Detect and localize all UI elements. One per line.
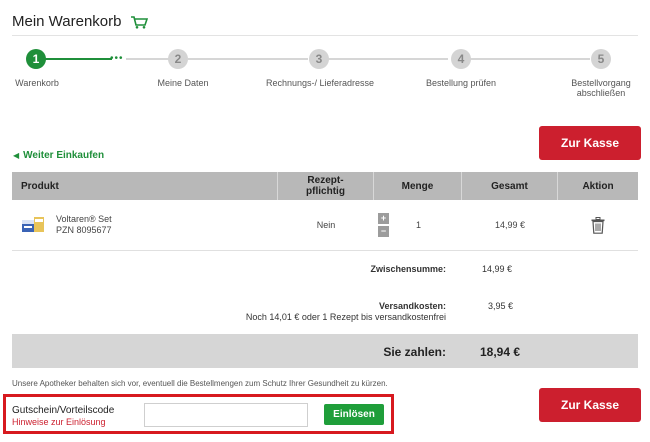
- step-3-circle[interactable]: 3: [309, 49, 329, 69]
- step-4-circle[interactable]: 4: [451, 49, 471, 69]
- checkout-button-top[interactable]: Zur Kasse: [539, 126, 641, 160]
- col-header-quantity: Menge: [374, 172, 462, 200]
- col-header-product: Produkt: [12, 172, 278, 200]
- grand-total-value: 18,94 €: [480, 345, 521, 359]
- step-1-circle[interactable]: 1: [26, 49, 46, 69]
- page-title: Mein Warenkorb: [12, 13, 148, 33]
- stepper-line: [188, 58, 308, 60]
- checkout-button-bottom[interactable]: Zur Kasse: [539, 388, 641, 422]
- step-5-circle[interactable]: 5: [591, 49, 611, 69]
- col-header-prescription-line1: Rezept-: [307, 175, 344, 186]
- cart-table-header: Produkt Rezept- pflichtig Menge Gesamt A…: [12, 172, 638, 200]
- remove-item-button[interactable]: [558, 200, 638, 250]
- step-3-label: Rechnungs-/ Lieferadresse: [265, 78, 375, 88]
- quantity-increase-button[interactable]: +: [378, 213, 389, 224]
- product-info: Voltaren® Set PZN 8095677: [56, 200, 112, 250]
- product-total: 14,99 €: [494, 220, 526, 230]
- step-5-label-line2: abschließen: [576, 88, 626, 98]
- col-header-prescription: Rezept- pflichtig: [278, 172, 374, 200]
- step-2-circle[interactable]: 2: [168, 49, 188, 69]
- stepper-progress-dots: •••: [110, 53, 124, 64]
- coupon-code-input[interactable]: [144, 403, 308, 427]
- pharmacist-note: Unsere Apotheker behalten sich vor, even…: [12, 379, 388, 388]
- col-header-prescription-line2: pflichtig: [306, 186, 345, 197]
- stepper-line: [328, 58, 448, 60]
- step-5-label-line1: Bestellvorgang: [571, 78, 631, 88]
- product-pzn: PZN 8095677: [56, 225, 112, 235]
- product-prescription: Nein: [316, 220, 336, 230]
- coupon-hint-link[interactable]: Hinweise zur Einlösung: [12, 417, 106, 427]
- stepper-line: [126, 58, 174, 60]
- stepper-progress-line: [36, 58, 112, 60]
- quantity-value: 1: [416, 220, 422, 230]
- step-1-label: Warenkorb: [15, 78, 59, 88]
- redeem-coupon-button[interactable]: Einlösen: [324, 404, 384, 425]
- trash-icon: [591, 216, 605, 234]
- subtotal-value: 14,99 €: [482, 264, 513, 274]
- product-thumbnail[interactable]: [20, 200, 46, 250]
- shipping-value: 3,95 €: [488, 301, 514, 311]
- subtotal-label: Zwischensumme:: [370, 264, 446, 274]
- step-5-label: Bestellvorgang abschließen: [556, 78, 646, 98]
- col-header-action: Aktion: [558, 172, 638, 200]
- shipping-label: Versandkosten:: [378, 301, 446, 311]
- table-row: Voltaren® Set PZN 8095677 Nein + − 1 14,…: [12, 200, 638, 251]
- quantity-stepper: + −: [378, 200, 389, 250]
- grand-total-label: Sie zahlen:: [383, 345, 446, 359]
- page-title-text: Mein Warenkorb: [12, 13, 122, 30]
- coupon-title: Gutschein/Vorteilscode: [12, 405, 115, 416]
- stepper-line: [470, 58, 590, 60]
- continue-shopping-label: Weiter Einkaufen: [23, 150, 105, 161]
- col-header-total: Gesamt: [462, 172, 558, 200]
- step-2-label: Meine Daten: [157, 78, 209, 88]
- product-name[interactable]: Voltaren® Set: [56, 214, 112, 225]
- continue-shopping-link[interactable]: ◀ Weiter Einkaufen: [13, 150, 104, 161]
- chevron-left-icon: ◀: [13, 151, 20, 160]
- cart-icon: [130, 15, 148, 33]
- step-4-label: Bestellung prüfen: [425, 78, 497, 88]
- shipping-hint: Noch 14,01 € oder 1 Rezept bis versandko…: [245, 312, 446, 322]
- quantity-decrease-button[interactable]: −: [378, 226, 389, 237]
- header-divider: [12, 35, 638, 36]
